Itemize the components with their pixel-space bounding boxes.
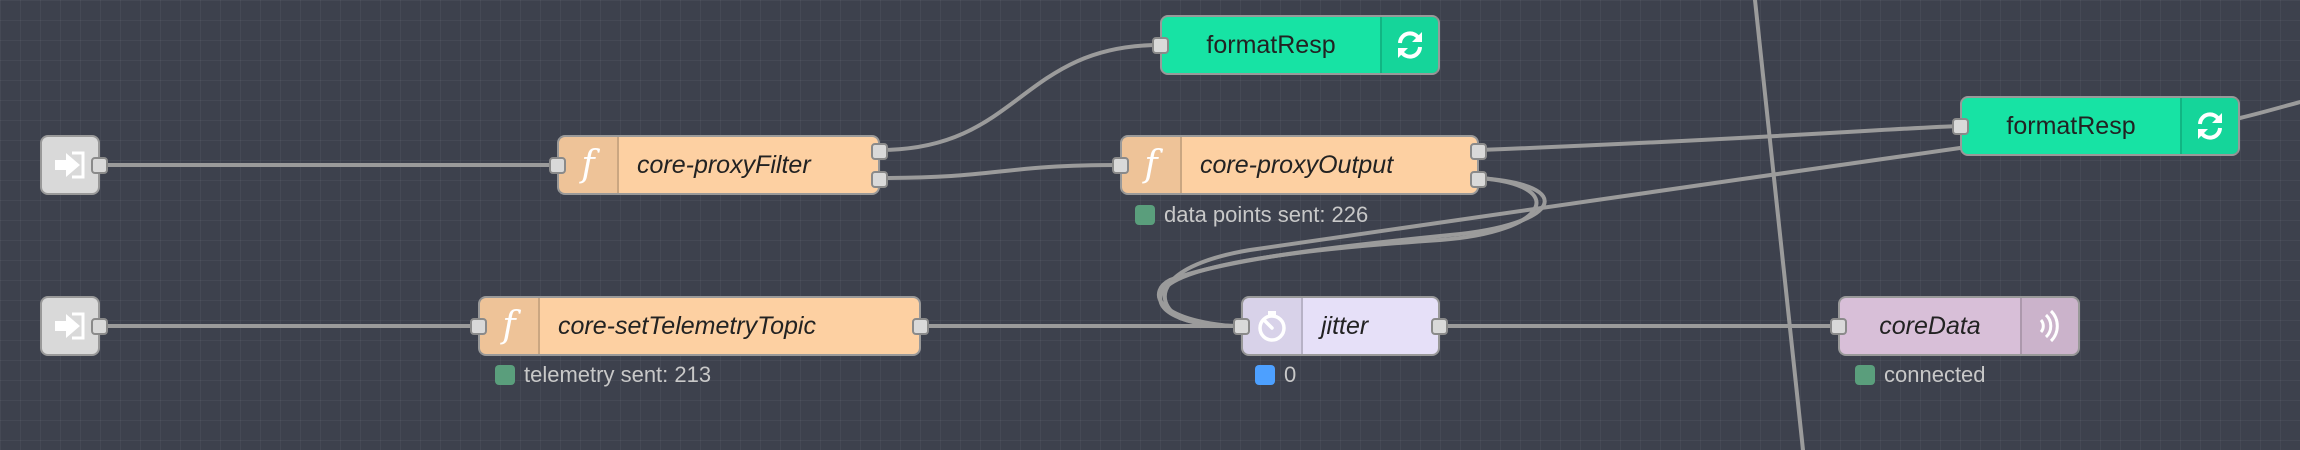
node-status-jitter: 0 <box>1255 362 1296 388</box>
wire-vertical-crossing[interactable] <box>1753 0 1805 450</box>
node-label: formatResp <box>2006 111 2136 140</box>
input-port[interactable] <box>1233 318 1250 335</box>
timer-icon <box>1243 298 1303 354</box>
node-label: core-proxyOutput <box>1200 150 1394 179</box>
input-port[interactable] <box>1830 318 1847 335</box>
link-in-icon <box>42 137 98 193</box>
status-indicator <box>495 365 515 385</box>
node-status-set-telemetry: telemetry sent: 213 <box>495 362 711 388</box>
node-label: coreData <box>1879 311 1981 340</box>
status-indicator <box>1255 365 1275 385</box>
delay-node-jitter[interactable]: jitter <box>1233 296 1448 356</box>
status-text: data points sent: 226 <box>1164 202 1369 227</box>
node-label: formatResp <box>1206 30 1336 59</box>
output-port[interactable] <box>1431 318 1448 335</box>
node-label: jitter <box>1321 311 1369 340</box>
node-label: core-proxyFilter <box>637 150 811 179</box>
output-port-1[interactable] <box>1470 143 1487 160</box>
input-port[interactable] <box>549 157 566 174</box>
wire-proxy-output-to-format-resp-2[interactable] <box>1477 124 1962 152</box>
output-port-2[interactable] <box>1470 171 1487 188</box>
output-port[interactable] <box>912 318 929 335</box>
function-icon: f <box>1122 137 1182 193</box>
mqtt-out-node-core-data[interactable]: coreData <box>1830 296 2080 356</box>
wire-proxy-filter-to-proxy-output[interactable] <box>878 163 1122 180</box>
output-port-2[interactable] <box>871 171 888 188</box>
input-port[interactable] <box>1152 37 1169 54</box>
refresh-icon <box>1380 17 1438 73</box>
status-text: telemetry sent: 213 <box>524 362 712 387</box>
status-indicator <box>1135 205 1155 225</box>
link-in-icon <box>42 298 98 354</box>
input-port[interactable] <box>470 318 487 335</box>
input-port[interactable] <box>1112 157 1129 174</box>
template-node-format-resp-2[interactable]: formatResp <box>1952 96 2240 156</box>
link-in-node-2[interactable] <box>40 296 108 356</box>
function-icon: f <box>480 298 540 354</box>
output-port[interactable] <box>91 318 108 335</box>
input-port[interactable] <box>1952 118 1969 135</box>
template-node-format-resp-1[interactable]: formatResp <box>1152 15 1440 75</box>
output-port-1[interactable] <box>871 143 888 160</box>
refresh-icon <box>2180 98 2238 154</box>
link-in-node-1[interactable] <box>40 135 108 195</box>
status-text: connected <box>1884 362 1986 387</box>
status-text: 0 <box>1284 362 1297 387</box>
wire-proxy-filter-to-format-resp-1[interactable] <box>878 43 1162 152</box>
node-status-proxy-output: data points sent: 226 <box>1135 202 1368 228</box>
flow-workspace[interactable]: f core-proxyFilter formatResp f core-pro… <box>0 0 2300 450</box>
node-label: core-setTelemetryTopic <box>558 311 816 340</box>
function-node-proxy-output[interactable]: f core-proxyOutput <box>1112 135 1487 195</box>
function-node-proxy-filter[interactable]: f core-proxyFilter <box>549 135 888 195</box>
function-node-set-telemetry-topic[interactable]: f core-setTelemetryTopic <box>470 296 929 356</box>
broadcast-icon <box>2020 298 2078 354</box>
wire-format-resp-2-outgoing[interactable] <box>2238 100 2300 120</box>
status-indicator <box>1855 365 1875 385</box>
function-icon: f <box>559 137 619 193</box>
output-port[interactable] <box>91 157 108 174</box>
node-status-core-data: connected <box>1855 362 1986 388</box>
